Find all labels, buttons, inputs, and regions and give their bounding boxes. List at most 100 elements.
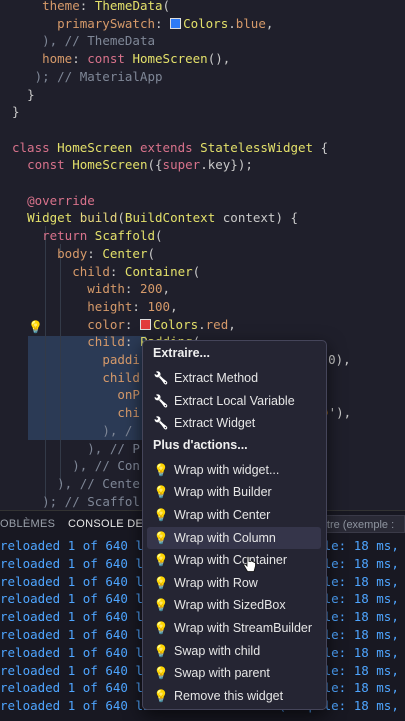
code-token: BuildContext — [124, 210, 223, 226]
code-line: Widget build(BuildContext context) { — [12, 209, 298, 227]
code-token: Colors — [183, 15, 229, 31]
code-token: HomeScreen — [72, 157, 148, 173]
code-token: width — [87, 281, 125, 297]
code-token: . — [228, 15, 236, 31]
menu-item-wrap-with-builder[interactable]: 💡 Wrap with Builder — [147, 481, 321, 503]
code-line: ); // Scaffol — [12, 493, 140, 510]
lightbulb-icon: 💡 — [153, 553, 169, 568]
code-token: : — [124, 334, 140, 350]
menu-item-label: Extract Widget — [174, 416, 256, 431]
code-line: child — [12, 369, 140, 387]
menu-item-label: Wrap with widget... — [174, 462, 280, 477]
code-token: ( — [117, 210, 125, 226]
menu-item-remove-this-widget[interactable]: 💡 Remove this widget — [147, 685, 321, 707]
code-token: : — [132, 298, 148, 314]
code-line: const HomeScreen({super.key}); — [12, 156, 253, 174]
code-line: width: 200, — [12, 280, 170, 298]
code-token: 0), — [328, 352, 351, 367]
lightbulb-icon: 💡 — [153, 462, 169, 477]
code-line: height: 100, — [12, 298, 177, 316]
code-token: Scaffold — [94, 228, 156, 244]
code-token: class — [12, 139, 58, 155]
menu-item-label: Wrap with Container — [174, 553, 288, 568]
code-token: body — [57, 245, 88, 261]
code-token: ); // Scaffol — [42, 493, 140, 509]
code-token: ( — [192, 263, 201, 279]
code-token: theme — [42, 0, 80, 13]
code-token: ( — [155, 228, 163, 244]
code-token: ), // ThemeData — [42, 33, 155, 49]
code-token: ( — [147, 245, 156, 261]
menu-item-label: Extract Method — [174, 371, 259, 385]
code-token: home — [42, 51, 73, 67]
menu-item-extract-method[interactable]: 🔧 Extract Method — [147, 367, 321, 389]
code-token: : — [124, 281, 140, 297]
code-token: } — [27, 86, 35, 102]
code-token: child — [87, 334, 125, 350]
code-token: } — [12, 104, 20, 120]
menu-item-label: Wrap with Builder — [174, 485, 272, 500]
menu-item-extract-widget[interactable]: 🔧 Extract Widget — [147, 412, 321, 434]
lightbulb-icon: 💡 — [153, 598, 169, 613]
code-line: return Scaffold( — [12, 227, 163, 245]
code-token: child — [102, 369, 140, 385]
lightbulb-icon: 💡 — [153, 621, 169, 635]
code-line: primarySwatch: Colors.blue, — [12, 15, 273, 33]
code-token: build — [79, 210, 118, 226]
code-token: red — [205, 316, 229, 332]
lightbulb-icon: 💡 — [153, 688, 169, 703]
code-token: ThemeData — [94, 0, 163, 13]
menu-item-wrap-with-streambuilder[interactable]: 💡 Wrap with StreamBuilder — [147, 617, 321, 639]
code-token: '), — [328, 405, 352, 421]
menu-item-wrap-with-container[interactable]: 💡 Wrap with Container — [147, 549, 321, 571]
code-line: body: Center( — [12, 245, 155, 263]
menu-item-wrap-with-widget[interactable]: 💡 Wrap with widget... — [147, 459, 321, 481]
code-line: color: Colors.red, — [12, 316, 236, 334]
code-line: class HomeScreen extends StatelessWidget… — [12, 139, 328, 157]
code-token: ), // Cente — [57, 475, 140, 491]
code-token: blue — [235, 15, 266, 31]
code-token: extends — [139, 139, 201, 155]
color-swatch — [139, 318, 151, 330]
code-token: : — [72, 51, 88, 67]
menu-item-swap-with-parent[interactable]: 💡 Swap with parent — [147, 662, 321, 684]
code-line: child: Container( — [12, 263, 200, 281]
menu-item-wrap-with-row[interactable]: 💡 Wrap with Row — [147, 572, 321, 594]
code-token: primarySwatch — [57, 15, 155, 31]
menu-item-label: Wrap with Column — [174, 530, 276, 545]
menu-item-label: Wrap with SizedBox — [174, 598, 286, 613]
menu-item-wrap-with-center[interactable]: 💡 Wrap with Center — [147, 504, 321, 526]
lightbulb-icon[interactable]: 💡 — [28, 320, 43, 334]
lightbulb-icon: 💡 — [153, 643, 169, 658]
filter-input[interactable]: iltre (exemple : — [317, 515, 405, 533]
lightbulb-icon: 💡 — [153, 508, 169, 522]
code-token: ( — [162, 0, 171, 13]
menu-item-swap-with-child[interactable]: 💡 Swap with child — [147, 640, 321, 662]
tab-problems[interactable]: OBLÈMES — [0, 518, 55, 530]
code-line: @override — [12, 192, 95, 210]
code-token: , — [265, 15, 274, 31]
menu-item-extract-local-variable[interactable]: 🔧 Extract Local Variable — [147, 390, 321, 412]
code-token: . — [198, 316, 206, 332]
code-token: : — [124, 316, 140, 332]
menu-item-wrap-with-sizedbox[interactable]: 💡 Wrap with SizedBox — [147, 594, 321, 616]
code-token: super — [162, 157, 201, 173]
menu-item-wrap-with-column[interactable]: 💡 Wrap with Column — [147, 526, 321, 549]
